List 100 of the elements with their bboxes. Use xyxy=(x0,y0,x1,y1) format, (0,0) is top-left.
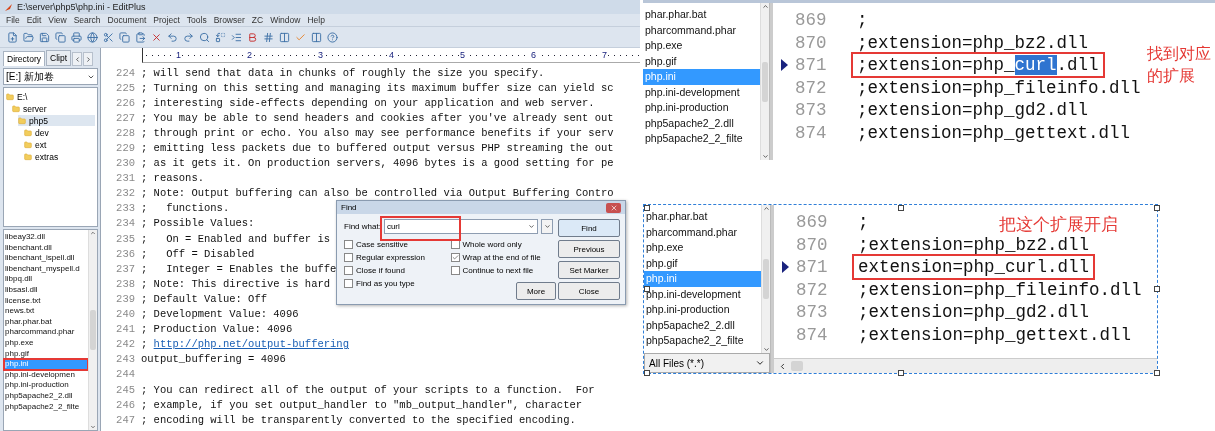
close-button[interactable] xyxy=(606,202,621,213)
folder-item[interactable]: server xyxy=(12,103,95,114)
listing-entry[interactable]: libenchant.dll xyxy=(4,242,88,254)
listing-entry[interactable]: libenchant_myspell.d xyxy=(4,263,88,275)
listing-entry[interactable]: php5apache2_2_filte xyxy=(4,401,88,413)
menu-item[interactable]: Window xyxy=(270,15,301,25)
resize-handle[interactable] xyxy=(897,205,904,211)
globe-icon[interactable] xyxy=(86,30,99,44)
drive-dropdown[interactable]: [E:] 新加卷 xyxy=(3,68,98,85)
scrollbar[interactable] xyxy=(760,3,769,160)
folder-item[interactable]: php5 xyxy=(18,115,95,126)
option-checkbox[interactable]: Regular expression xyxy=(344,251,447,263)
folder-item[interactable]: dev xyxy=(24,127,95,138)
scroll-right-icon[interactable] xyxy=(83,52,94,66)
listing-entry[interactable]: libpq.dll xyxy=(4,274,88,285)
printer-icon[interactable] xyxy=(70,30,83,44)
listing-entry[interactable]: license.txt xyxy=(4,295,88,307)
option-checkbox[interactable]: Close if found xyxy=(344,264,447,276)
dialog-button[interactable]: Set Marker xyxy=(558,261,620,279)
undo-icon[interactable] xyxy=(166,30,179,44)
resize-handle[interactable] xyxy=(1154,370,1160,376)
scrollbar[interactable] xyxy=(774,358,1157,373)
resize-handle[interactable] xyxy=(644,205,650,211)
listing-entry[interactable]: php.ini-production xyxy=(4,380,88,391)
save-icon[interactable] xyxy=(38,30,51,44)
folder-icon[interactable] xyxy=(22,30,35,44)
listing-entry[interactable]: phar.phar.bat xyxy=(4,316,88,328)
listing-entry[interactable]: pharcommand.phar xyxy=(4,327,88,338)
scroll-thumb[interactable] xyxy=(791,361,803,371)
columns-icon[interactable] xyxy=(278,30,291,44)
resize-handle[interactable] xyxy=(644,370,650,376)
dialog-button[interactable]: Previous xyxy=(558,240,620,258)
listing-entry[interactable]: php.ini-production xyxy=(643,100,760,116)
listing-entry[interactable]: php.ini-production xyxy=(644,302,761,318)
resize-handle[interactable] xyxy=(1154,205,1160,211)
menu-item[interactable]: File xyxy=(6,15,20,25)
listing-entry[interactable]: php.ini-development xyxy=(643,84,760,100)
folder-item[interactable]: ext xyxy=(24,139,95,150)
filter-dropdown[interactable]: All Files (*.*) xyxy=(644,353,770,373)
listing-entry[interactable]: php5apache2_2_filte xyxy=(643,131,760,147)
scrollbar[interactable] xyxy=(88,230,97,430)
sidebar-tab[interactable]: Directory xyxy=(3,51,45,66)
new-file-icon[interactable] xyxy=(6,30,19,44)
listing-entry[interactable]: php.exe xyxy=(4,337,88,349)
listing-entry[interactable]: php.gif xyxy=(644,255,761,271)
menu-item[interactable]: Search xyxy=(73,15,101,25)
menu-item[interactable]: Help xyxy=(307,15,325,25)
menu-item[interactable]: View xyxy=(48,15,67,25)
window-icon[interactable] xyxy=(310,30,323,44)
listing-entry[interactable]: phar.phar.bat xyxy=(644,209,761,225)
scrollbar[interactable] xyxy=(761,205,770,353)
scroll-left-icon[interactable] xyxy=(72,52,83,66)
redo-icon[interactable] xyxy=(182,30,195,44)
dialog-button[interactable]: More xyxy=(516,282,556,300)
listing-entry[interactable]: php.gif xyxy=(4,348,88,360)
listing-entry[interactable]: libsasl.dll xyxy=(4,284,88,296)
help-icon[interactable] xyxy=(326,30,339,44)
history-button[interactable] xyxy=(541,219,553,234)
option-checkbox[interactable]: Case sensitive xyxy=(344,238,447,250)
search-icon[interactable] xyxy=(198,30,211,44)
listing-entry[interactable]: news.txt xyxy=(4,306,88,317)
listing-entry[interactable]: phar.phar.bat xyxy=(643,7,760,23)
resize-handle[interactable] xyxy=(644,286,650,292)
listing-entry[interactable]: php5apache2_2.dll xyxy=(643,115,760,131)
menu-item[interactable]: Edit xyxy=(26,15,42,25)
hash-icon[interactable] xyxy=(262,30,275,44)
listing-entry[interactable]: php5apache2_2_filte xyxy=(644,333,761,349)
option-checkbox[interactable]: Wrap at the end of file xyxy=(450,251,553,263)
menu-item[interactable]: ZC xyxy=(251,15,264,25)
dialog-button[interactable]: Close xyxy=(558,282,620,300)
folder-item[interactable]: extras xyxy=(24,151,95,162)
menu-item[interactable]: Tools xyxy=(186,15,207,25)
listing-entry[interactable]: libeay32.dll xyxy=(4,232,88,243)
find-field[interactable]: curl xyxy=(383,219,538,234)
option-checkbox[interactable]: Find as you type xyxy=(344,277,447,289)
listing-entry[interactable]: libenchant_ispell.dll xyxy=(4,253,88,264)
resize-handle[interactable] xyxy=(1154,286,1160,292)
copy-icon[interactable] xyxy=(54,30,67,44)
listing-entry[interactable]: php.exe xyxy=(643,38,760,54)
resize-handle[interactable] xyxy=(897,370,904,376)
font-icon[interactable] xyxy=(246,30,259,44)
menu-item[interactable]: Browser xyxy=(213,15,245,25)
listing-entry[interactable]: php5apache2_2.dll xyxy=(4,390,88,402)
menu-item[interactable]: Project xyxy=(153,15,180,25)
listing-entry[interactable]: php.exe xyxy=(644,240,761,256)
listing-entry[interactable]: pharcommand.phar xyxy=(643,22,760,38)
listing-entry[interactable]: pharcommand.phar xyxy=(644,224,761,240)
copy-icon[interactable] xyxy=(118,30,131,44)
option-checkbox[interactable]: Continue to next file xyxy=(450,264,553,276)
listing-entry[interactable]: php.gif xyxy=(643,53,760,69)
listing-entry[interactable]: php5apache2_2.dll xyxy=(644,317,761,333)
option-checkbox[interactable]: Whole word only xyxy=(450,238,553,250)
listing-entry[interactable]: php.ini-development xyxy=(644,286,761,302)
url-link[interactable]: http://php.net/output-buffering xyxy=(153,338,349,351)
listing-entry[interactable]: php.ini-developmen xyxy=(4,369,88,381)
replace-icon[interactable] xyxy=(214,30,227,44)
paste-icon[interactable] xyxy=(134,30,147,44)
sidebar-tab[interactable]: Clipt xyxy=(46,50,72,66)
dialog-button[interactable]: Find xyxy=(558,219,620,237)
scissors-icon[interactable] xyxy=(102,30,115,44)
